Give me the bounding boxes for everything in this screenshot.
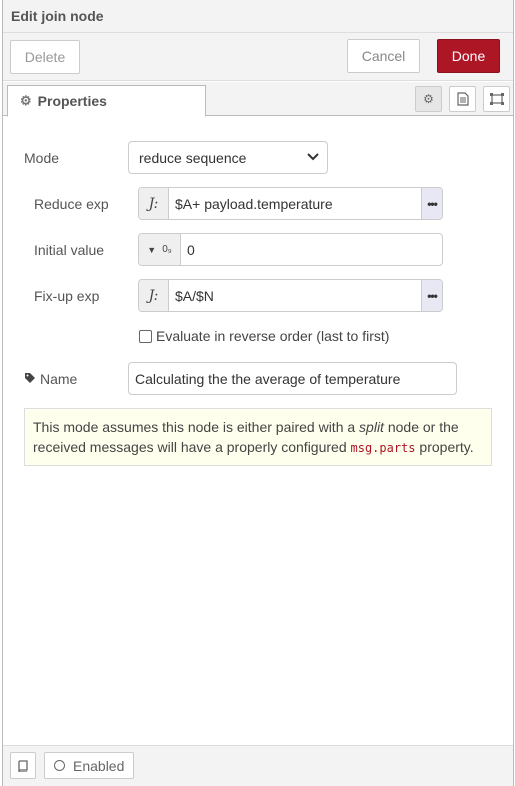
button-bar: Delete Cancel Done	[3, 33, 513, 81]
reverse-order-row: Evaluate in reverse order (last to first…	[139, 328, 389, 344]
enabled-toggle[interactable]: Enabled	[44, 752, 134, 779]
tip-text-1: This mode assumes this node is either pa…	[33, 419, 360, 435]
done-button[interactable]: Done	[437, 39, 500, 73]
expand-icon[interactable]: •••	[421, 188, 442, 219]
tip-italic: split	[359, 419, 384, 435]
edit-tray: Edit join node Delete Cancel Done ⚙ Prop…	[2, 0, 514, 786]
expand-icon[interactable]: •••	[421, 280, 442, 311]
delete-button[interactable]: Delete	[10, 40, 80, 74]
reduce-exp-value[interactable]: $A+ payload.temperature	[169, 196, 421, 212]
reverse-order-label[interactable]: Evaluate in reverse order (last to first…	[156, 328, 389, 344]
initial-value-value[interactable]: 0	[181, 242, 442, 258]
tray-header: Edit join node	[3, 0, 513, 33]
gear-icon: ⚙	[20, 93, 32, 108]
name-input[interactable]: Calculating the the average of temperatu…	[128, 362, 457, 395]
reverse-order-checkbox[interactable]	[139, 329, 152, 343]
number-type-label: 0₉	[162, 244, 172, 255]
mode-select-value: reduce sequence	[139, 149, 247, 166]
name-label: Name	[40, 371, 78, 387]
tip-text-3: property.	[415, 439, 474, 455]
tray-footer: Enabled	[3, 745, 513, 786]
help-tip: This mode assumes this node is either pa…	[24, 408, 492, 466]
name-label-group: Name	[24, 371, 77, 387]
tag-icon	[24, 371, 36, 387]
fixup-exp-value[interactable]: $A/$N	[169, 288, 421, 304]
tray-title: Edit join node	[11, 8, 104, 24]
jsonata-type-button[interactable]: J:	[139, 188, 169, 219]
tab-properties[interactable]: ⚙ Properties	[7, 85, 206, 117]
mode-label: Mode	[24, 150, 60, 166]
reduce-exp-input[interactable]: J: $A+ payload.temperature •••	[138, 187, 443, 220]
mode-select[interactable]: reduce sequence	[128, 141, 328, 174]
appearance-icon[interactable]	[483, 86, 510, 112]
initial-value-label: Initial value	[34, 242, 105, 258]
initial-value-input[interactable]: ▼ 0₉ 0	[138, 233, 443, 266]
properties-panel: Mode reduce sequence Reduce exp J: $A+ p…	[3, 117, 513, 745]
book-icon[interactable]	[10, 752, 36, 779]
tab-bar: ⚙ Properties ⚙	[3, 82, 513, 117]
enabled-label: Enabled	[73, 757, 125, 774]
tab-properties-label: Properties	[37, 93, 107, 109]
fixup-exp-label: Fix-up exp	[34, 288, 100, 304]
fixup-exp-input[interactable]: J: $A/$N •••	[138, 279, 443, 312]
reduce-exp-label: Reduce exp	[34, 196, 109, 212]
chevron-down-icon	[307, 149, 319, 166]
tip-code: msg.parts	[350, 441, 416, 455]
number-type-button[interactable]: ▼ 0₉	[139, 234, 181, 265]
jsonata-type-button[interactable]: J:	[139, 280, 169, 311]
description-icon[interactable]	[449, 86, 476, 112]
toggle-circle-icon	[54, 760, 65, 771]
caret-down-icon: ▼	[147, 244, 157, 255]
gear-icon[interactable]: ⚙	[415, 86, 442, 112]
cancel-button[interactable]: Cancel	[347, 39, 420, 73]
